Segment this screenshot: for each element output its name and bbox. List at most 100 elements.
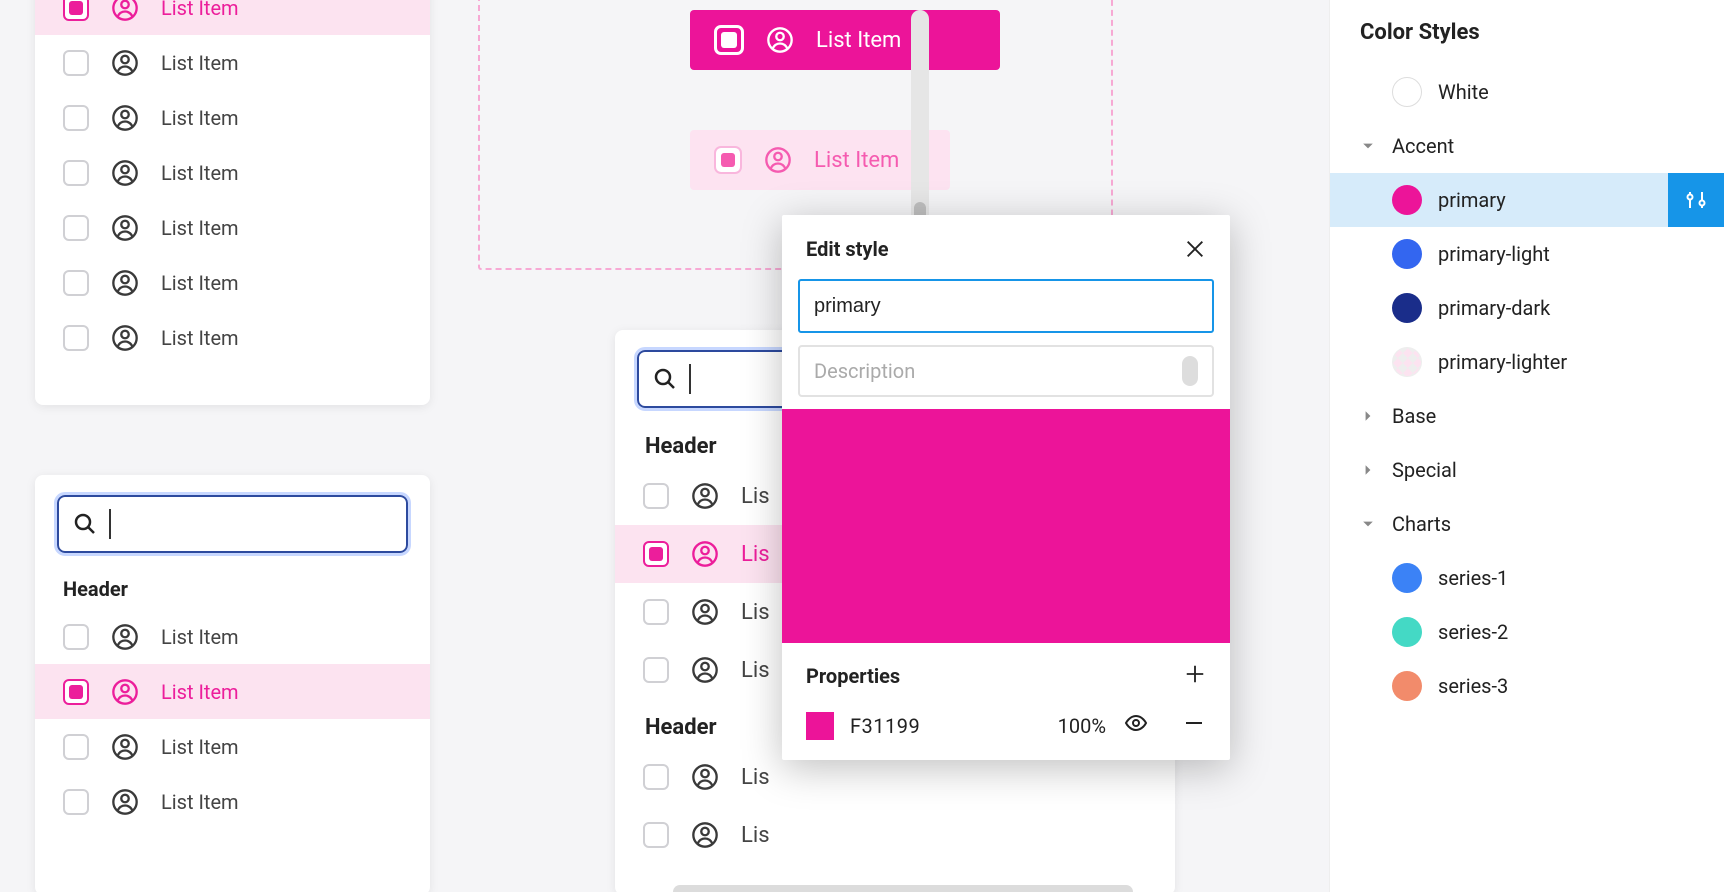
style-group-special[interactable]: Special	[1330, 443, 1724, 497]
checkbox-icon[interactable]	[643, 599, 669, 625]
group-label: Special	[1392, 458, 1457, 482]
list-item-row[interactable]: List Item	[35, 664, 430, 719]
list-item-label: List Item	[161, 625, 239, 649]
list-item-label: List Item	[161, 271, 239, 295]
style-name-input[interactable]	[798, 279, 1214, 333]
checkbox-icon[interactable]	[63, 105, 89, 131]
color-style-series-2[interactable]: series-2	[1330, 605, 1724, 659]
list-item-row[interactable]: List Item	[35, 310, 430, 365]
checkbox-icon[interactable]	[714, 146, 742, 174]
canvas-area[interactable]: List Item List Item List Item List Item …	[0, 0, 1329, 892]
checkbox-icon[interactable]	[643, 483, 669, 509]
swatch-icon	[1392, 185, 1422, 215]
checkbox-icon[interactable]	[643, 657, 669, 683]
style-group-charts[interactable]: Charts	[1330, 497, 1724, 551]
color-styles-sidebar: Color Styles White Accent primary primar…	[1329, 0, 1724, 892]
list-item-label: List Item	[161, 0, 239, 20]
swatch-icon	[1392, 617, 1422, 647]
remove-property-icon[interactable]	[1182, 711, 1206, 740]
chevron-right-icon	[1360, 408, 1376, 424]
chevron-down-icon	[1360, 516, 1376, 532]
swatch-icon	[1392, 77, 1422, 107]
list-item-label: List Item	[161, 680, 239, 704]
color-style-series-1[interactable]: series-1	[1330, 551, 1724, 605]
checkbox-icon[interactable]	[63, 789, 89, 815]
checkbox-icon[interactable]	[63, 734, 89, 760]
checkbox-icon[interactable]	[63, 679, 89, 705]
list-item-row[interactable]: List Item	[35, 200, 430, 255]
chip-label: List Item	[814, 148, 899, 173]
properties-label: Properties	[806, 664, 900, 688]
color-chip-icon[interactable]	[806, 712, 834, 740]
style-label: primary-dark	[1438, 296, 1550, 320]
add-property-icon[interactable]	[1184, 663, 1206, 689]
user-icon	[111, 104, 139, 132]
color-hex-value[interactable]: F31199	[850, 714, 970, 738]
checkbox-icon[interactable]	[643, 541, 669, 567]
color-property-row[interactable]: F31199 100%	[782, 703, 1230, 760]
visibility-icon[interactable]	[1124, 711, 1148, 740]
checkbox-icon[interactable]	[63, 0, 89, 21]
search-input[interactable]	[57, 495, 408, 553]
user-icon	[111, 324, 139, 352]
color-opacity-value[interactable]: 100%	[1026, 714, 1106, 738]
checkbox-icon[interactable]	[714, 25, 744, 55]
checkbox-icon[interactable]	[63, 160, 89, 186]
color-preview-swatch[interactable]	[782, 409, 1230, 643]
list-item-row[interactable]: List Item	[35, 145, 430, 200]
popover-title: Edit style	[806, 237, 889, 261]
list-item-row[interactable]: List Item	[35, 609, 430, 664]
style-label: series-3	[1438, 674, 1508, 698]
section-header: Header	[35, 563, 430, 609]
list-item-row[interactable]: List Item	[35, 774, 430, 829]
list-item-label: List Item	[161, 326, 239, 350]
list-item-row[interactable]: List Item	[35, 719, 430, 774]
user-icon	[111, 269, 139, 297]
list-item-label: Lis	[741, 658, 770, 683]
checkbox-icon[interactable]	[643, 822, 669, 848]
checkbox-icon[interactable]	[643, 764, 669, 790]
group-label: Base	[1392, 404, 1436, 428]
list-item-label: Lis	[741, 765, 770, 790]
color-style-primary-dark[interactable]: primary-dark	[1330, 281, 1724, 335]
list-item-row[interactable]: List Item	[35, 0, 430, 35]
style-description-input[interactable]: Description	[798, 345, 1214, 397]
color-style-white[interactable]: White	[1330, 65, 1724, 119]
style-group-base[interactable]: Base	[1330, 389, 1724, 443]
list-item-label: List Item	[161, 790, 239, 814]
user-icon	[111, 623, 139, 651]
color-style-series-3[interactable]: series-3	[1330, 659, 1724, 713]
user-icon	[691, 763, 719, 791]
style-label: primary-light	[1438, 242, 1550, 266]
text-caret	[109, 509, 111, 539]
checkbox-icon[interactable]	[63, 270, 89, 296]
list-item-row[interactable]: List Item	[35, 255, 430, 310]
vertical-scrollbar[interactable]	[911, 10, 929, 235]
color-style-primary-lighter[interactable]: primary-lighter	[1330, 335, 1724, 389]
checkbox-icon[interactable]	[63, 624, 89, 650]
user-icon	[764, 146, 792, 174]
list-item-row[interactable]: Lis	[615, 806, 1175, 864]
style-group-accent[interactable]: Accent	[1330, 119, 1724, 173]
checkbox-icon[interactable]	[63, 50, 89, 76]
user-icon	[111, 49, 139, 77]
edit-style-icon[interactable]	[1668, 173, 1724, 227]
list-item-label: Lis	[741, 823, 770, 848]
description-placeholder: Description	[814, 359, 915, 383]
list-chip-solid[interactable]: List Item	[690, 10, 1000, 70]
user-icon	[111, 733, 139, 761]
close-icon[interactable]	[1184, 238, 1206, 260]
checkbox-icon[interactable]	[63, 215, 89, 241]
list-item-label: List Item	[161, 51, 239, 75]
swatch-icon	[1392, 239, 1422, 269]
style-label: primary-lighter	[1438, 350, 1567, 374]
user-icon	[691, 598, 719, 626]
checkbox-icon[interactable]	[63, 325, 89, 351]
color-style-primary-light[interactable]: primary-light	[1330, 227, 1724, 281]
search-icon	[653, 367, 677, 391]
list-item-row[interactable]: List Item	[35, 35, 430, 90]
list-item-row[interactable]: List Item	[35, 90, 430, 145]
chevron-down-icon	[1360, 138, 1376, 154]
color-style-primary[interactable]: primary	[1330, 173, 1724, 227]
horizontal-scrollbar[interactable]	[673, 885, 1133, 892]
